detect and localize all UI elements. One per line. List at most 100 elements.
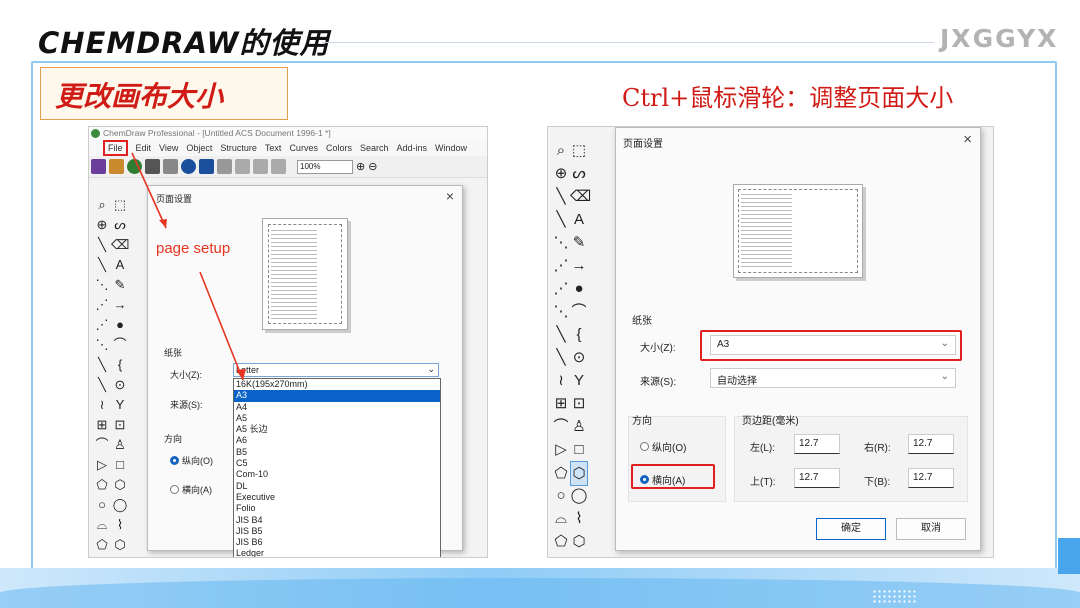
size-option[interactable]: Folio (234, 503, 440, 514)
redo-icon[interactable] (217, 159, 232, 174)
zigzag-icon[interactable]: ≀ (93, 395, 111, 415)
recycle-icon[interactable] (127, 159, 142, 174)
size-option[interactable]: A5 长边 (234, 424, 440, 435)
lasso-icon[interactable]: ⌕ (93, 195, 111, 215)
size-option[interactable]: C5 (234, 458, 440, 469)
bottom-margin-input[interactable]: 12.7 (908, 468, 954, 488)
hexagon-icon[interactable]: ⬡ (111, 475, 129, 495)
stamp-icon[interactable]: ♙ (570, 415, 588, 438)
size-option[interactable]: Executive (234, 492, 440, 503)
hexagon-icon[interactable]: ⬡ (570, 461, 588, 486)
size-option[interactable]: DL (234, 481, 440, 492)
dashed-wedge-icon[interactable]: ╲ (552, 346, 570, 369)
pen-icon[interactable]: ✎ (570, 231, 588, 254)
wedge-hash-icon[interactable]: ⋰ (552, 277, 570, 300)
dash-bond-icon[interactable]: ⋰ (552, 254, 570, 277)
menu-edit[interactable]: Edit (136, 143, 152, 156)
size-select[interactable]: Letter ⌄ (233, 363, 439, 377)
text-icon[interactable]: A (570, 208, 588, 231)
bond-icon[interactable]: ╲ (93, 235, 111, 255)
stamp-icon[interactable]: ♙ (111, 435, 129, 455)
circle2-icon[interactable]: ◯ (570, 484, 588, 507)
size-option[interactable]: Ledger (234, 548, 440, 557)
chair-icon[interactable]: ⌇ (570, 507, 588, 530)
size-option[interactable]: Com-10 (234, 469, 440, 480)
charge-icon[interactable]: ⊙ (111, 375, 129, 395)
menu-file[interactable]: File (103, 140, 128, 156)
table-icon[interactable]: ⊞ (552, 392, 570, 415)
close-icon[interactable]: × (963, 131, 972, 148)
hash-bond-icon[interactable]: ⋱ (93, 275, 111, 295)
arrow-icon[interactable]: → (111, 295, 129, 315)
charge-icon[interactable]: ⊙ (570, 346, 588, 369)
angle-icon[interactable]: ⌒ (570, 300, 588, 323)
query-icon[interactable]: Y (111, 395, 129, 415)
curve-icon[interactable]: ⌒ (552, 415, 570, 438)
menu-colors[interactable]: Colors (326, 143, 352, 156)
undo-icon[interactable] (199, 159, 214, 174)
menu-search[interactable]: Search (360, 143, 389, 156)
source-select[interactable]: 自动选择 ⌄ (710, 368, 956, 388)
print-icon[interactable] (163, 159, 178, 174)
cyclopentane-icon[interactable]: ⬠ (93, 535, 111, 555)
boat-icon[interactable]: ⌓ (93, 515, 111, 535)
zoom-select[interactable]: 100% (297, 159, 353, 174)
zoom-in-icon[interactable]: ⊕ (356, 160, 365, 173)
square-icon[interactable]: □ (111, 455, 129, 475)
template-icon[interactable]: ⊡ (570, 392, 588, 415)
top-margin-input[interactable]: 12.7 (794, 468, 840, 488)
square-icon[interactable]: □ (570, 438, 588, 461)
size-option[interactable]: A5 (234, 413, 440, 424)
landscape-radio[interactable]: 横向(A) (170, 483, 212, 496)
zoom-out-icon[interactable]: ⊖ (368, 160, 377, 173)
dash-bond-icon[interactable]: ⋰ (93, 295, 111, 315)
size-option[interactable]: A6 (234, 435, 440, 446)
angle-icon[interactable]: ⌒ (111, 335, 129, 355)
cancel-button[interactable]: 取消 (896, 518, 966, 540)
menu-structure[interactable]: Structure (220, 143, 257, 156)
menu-window[interactable]: Window (435, 143, 467, 156)
lasso-icon[interactable]: ⌕ (552, 139, 570, 162)
circle-icon[interactable]: ○ (93, 495, 111, 515)
help-icon[interactable] (181, 159, 196, 174)
cyclohexane-icon[interactable]: ⬡ (570, 530, 588, 553)
ok-button[interactable]: 确定 (816, 518, 886, 540)
size-option[interactable]: A4 (234, 402, 440, 413)
portrait-radio[interactable]: 纵向(O) (640, 439, 686, 454)
curve-icon[interactable]: ⌒ (93, 435, 111, 455)
chair-icon[interactable]: ⌇ (111, 515, 129, 535)
pentagon-icon[interactable]: ⬠ (552, 462, 570, 485)
cyclopentane-icon[interactable]: ⬠ (552, 530, 570, 553)
close-icon[interactable]: × (446, 188, 454, 204)
book-icon[interactable] (91, 159, 106, 174)
size-option[interactable]: JIS B6 (234, 537, 440, 548)
cyclohexane-icon[interactable]: ⬡ (111, 535, 129, 555)
chain-icon[interactable]: ⊕ (93, 215, 111, 235)
size-option[interactable]: A3 (234, 390, 440, 402)
size-option[interactable]: JIS B5 (234, 526, 440, 537)
ring-tool-icon[interactable]: ᔕ (111, 215, 129, 235)
wedge-bond-icon[interactable]: ╲ (552, 323, 570, 346)
left-margin-input[interactable]: 12.7 (794, 434, 840, 454)
eraser-icon[interactable]: ⌫ (570, 185, 591, 208)
marquee-icon[interactable]: ⬚ (570, 139, 588, 162)
triangle-icon[interactable]: ▷ (93, 455, 111, 475)
triangle-icon[interactable]: ▷ (552, 438, 570, 461)
portrait-radio[interactable]: 纵向(O) (170, 454, 213, 467)
open-folder-icon[interactable] (109, 159, 124, 174)
orbital-icon[interactable]: ● (570, 277, 588, 300)
bold-bond-icon[interactable]: ╲ (552, 208, 570, 231)
circle2-icon[interactable]: ◯ (111, 495, 129, 515)
query-icon[interactable]: Y (570, 369, 588, 392)
hash-bond-icon[interactable]: ⋱ (552, 231, 570, 254)
dashed-wedge-icon[interactable]: ╲ (93, 375, 111, 395)
wedge-hash-icon[interactable]: ⋰ (93, 315, 111, 335)
circle-icon[interactable]: ○ (552, 484, 570, 507)
menu-curves[interactable]: Curves (289, 143, 318, 156)
wavy-bond-icon[interactable]: ⋱ (552, 300, 570, 323)
cut-icon[interactable] (235, 159, 250, 174)
bracket-icon[interactable]: { (570, 323, 588, 346)
orbital-icon[interactable]: ● (111, 315, 129, 335)
boat-icon[interactable]: ⌓ (552, 507, 570, 530)
right-margin-input[interactable]: 12.7 (908, 434, 954, 454)
